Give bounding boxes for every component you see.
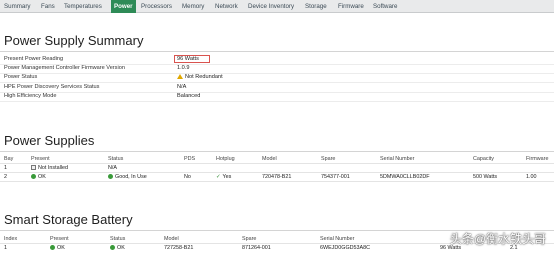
- tab-software[interactable]: Software: [373, 3, 397, 10]
- supply-2-hotplug-text: Yes: [222, 174, 232, 180]
- supply-2-pds: No: [184, 174, 191, 180]
- supply-2-bay: 2: [4, 174, 7, 180]
- row-divider: [0, 73, 554, 74]
- supply-2-present: OK: [31, 174, 46, 180]
- high-efficiency-mode-value: Balanced: [177, 93, 201, 99]
- tab-summary[interactable]: Summary: [4, 3, 30, 10]
- col-firmware: Firmware: [526, 156, 549, 162]
- supply-2-status: Good, In Use: [108, 174, 147, 180]
- pmc-firmware-version-label: Power Management Controller Firmware Ver…: [4, 65, 125, 71]
- section-divider: [0, 51, 554, 52]
- supply-2-model: 720478-B21: [262, 174, 292, 180]
- present-power-reading-label: Present Power Reading: [4, 56, 64, 62]
- checkmark-icon: ✓: [216, 174, 221, 180]
- col-spare: Spare: [242, 236, 257, 242]
- col-model: Model: [262, 156, 277, 162]
- nav-tab-bar: Summary Fans Temperatures Power Processo…: [0, 0, 554, 13]
- table-row-divider: [0, 181, 554, 182]
- supply-2-serial: 5DMWA0CLLB02DF: [380, 174, 430, 180]
- col-model: Model: [164, 236, 179, 242]
- supply-2-firmware: 1.00: [526, 174, 537, 180]
- power-discovery-label: HPE Power Discovery Services Status: [4, 84, 100, 90]
- warning-icon: [177, 74, 183, 80]
- power-status-value: Not Redundant: [177, 74, 223, 80]
- tab-network[interactable]: Network: [215, 3, 238, 10]
- battery-status: OK: [110, 245, 125, 251]
- col-serial-number: Serial Number: [320, 236, 355, 242]
- tab-power[interactable]: Power: [111, 0, 136, 13]
- supply-2-capacity: 500 Watts: [473, 174, 498, 180]
- col-pds: PDS: [184, 156, 196, 162]
- power-supply-summary-title: Power Supply Summary: [4, 33, 144, 48]
- power-discovery-value: N/A: [177, 84, 187, 90]
- col-capacity: Capacity: [473, 156, 494, 162]
- battery-serial: 6WEJD0GGD53A8C: [320, 245, 371, 251]
- row-divider: [0, 92, 554, 93]
- battery-status-text: OK: [117, 245, 125, 251]
- supply-2-present-text: OK: [38, 174, 46, 180]
- col-index: Index: [4, 236, 18, 242]
- section-divider: [0, 151, 554, 152]
- row-divider: [0, 82, 554, 83]
- row-divider: [0, 101, 554, 102]
- battery-spare: 871264-001: [242, 245, 271, 251]
- tab-temperatures[interactable]: Temperatures: [64, 3, 102, 10]
- col-present: Present: [31, 156, 50, 162]
- high-efficiency-mode-label: High Efficiency Mode: [4, 93, 57, 99]
- col-spare: Spare: [321, 156, 336, 162]
- table-row-divider: [0, 172, 554, 173]
- col-status: Status: [110, 236, 126, 242]
- battery-present: OK: [50, 245, 65, 251]
- battery-present-text: OK: [57, 245, 65, 251]
- supply-1-present-text: Not Installed: [38, 165, 68, 171]
- col-serial-number: Serial Number: [380, 156, 415, 162]
- watermark: 头条@衡水铁头哥: [449, 232, 546, 246]
- ok-icon: [50, 245, 55, 251]
- not-installed-icon: [31, 165, 36, 171]
- ok-icon: [108, 174, 113, 180]
- tab-device-inventory[interactable]: Device Inventory: [248, 3, 294, 10]
- supply-2-spare: 754377-001: [321, 174, 350, 180]
- header-divider: [0, 163, 554, 164]
- ok-icon: [31, 174, 36, 180]
- battery-index: 1: [4, 245, 7, 251]
- tab-memory[interactable]: Memory: [182, 3, 204, 10]
- tab-processors[interactable]: Processors: [141, 3, 172, 10]
- pmc-firmware-version-value: 1.0.9: [177, 65, 190, 71]
- supply-1-present: Not Installed: [31, 165, 68, 171]
- tab-firmware[interactable]: Firmware: [338, 3, 364, 10]
- ok-icon: [110, 245, 115, 251]
- smart-storage-battery-title: Smart Storage Battery: [4, 212, 133, 227]
- tab-storage[interactable]: Storage: [305, 3, 327, 10]
- supply-2-status-text: Good, In Use: [115, 174, 147, 180]
- col-bay: Bay: [4, 156, 14, 162]
- power-status-text: Not Redundant: [185, 74, 223, 80]
- col-present: Present: [50, 236, 69, 242]
- battery-model: 727258-B21: [164, 245, 194, 251]
- power-supplies-title: Power Supplies: [4, 133, 95, 148]
- power-status-label: Power Status: [4, 74, 38, 80]
- present-power-reading-value: 96 Watts: [177, 56, 199, 62]
- supply-1-bay: 1: [4, 165, 7, 171]
- col-hotplug: Hotplug: [216, 156, 235, 162]
- col-status: Status: [108, 156, 124, 162]
- tab-fans[interactable]: Fans: [41, 3, 55, 10]
- supply-1-status: N/A: [108, 165, 117, 171]
- supply-2-hotplug: ✓ Yes: [216, 174, 231, 180]
